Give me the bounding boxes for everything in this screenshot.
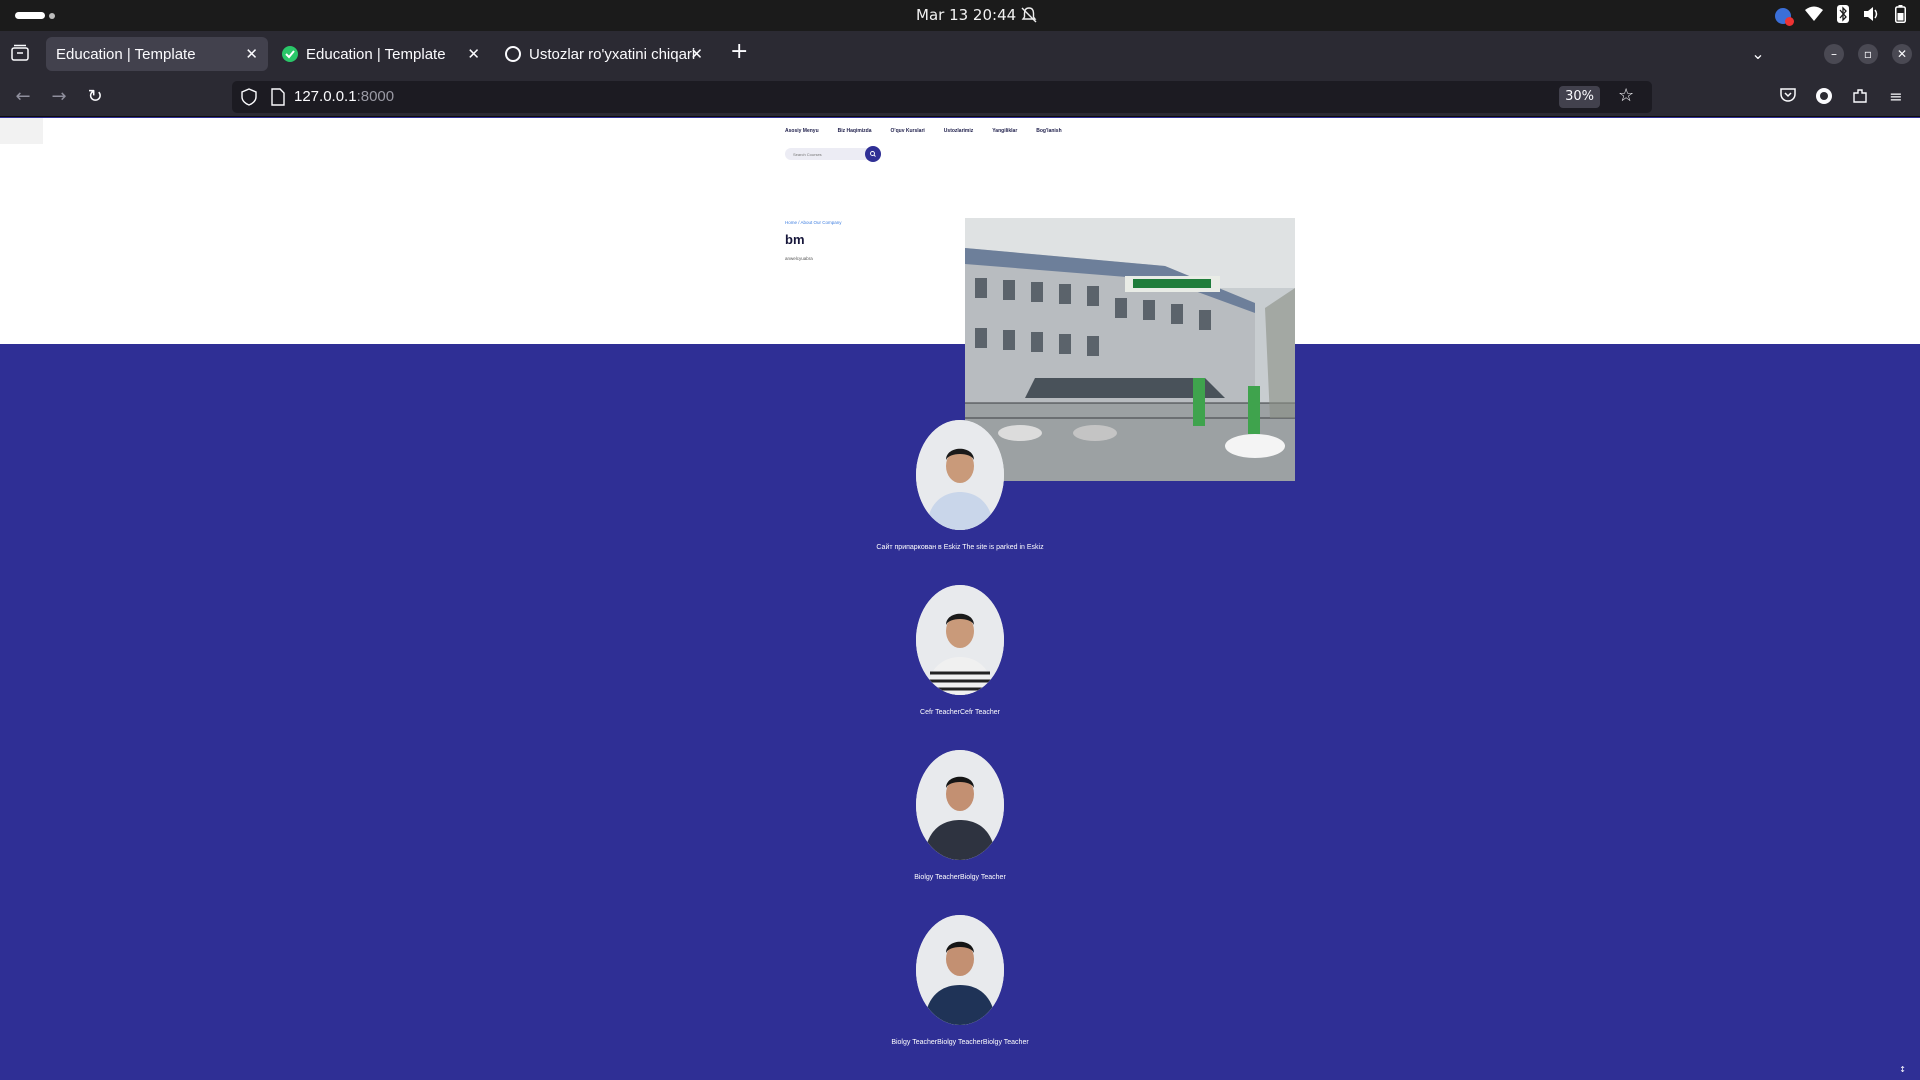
scroll-indicator-icon[interactable]: ↕: [1899, 1065, 1906, 1074]
tab-education-1[interactable]: Education | Template ✕: [46, 37, 268, 71]
nav-link-courses[interactable]: O'quv Kurslari: [891, 128, 925, 134]
hero-subtitle: anwelcyuabra: [785, 256, 813, 261]
page-icon[interactable]: [270, 88, 286, 106]
avatar: [916, 915, 1004, 1025]
minimize-button[interactable]: –: [1824, 44, 1844, 64]
tracking-shield-icon[interactable]: [240, 88, 258, 106]
tab-overview-icon[interactable]: [10, 43, 30, 63]
openai-favicon-icon: [505, 46, 521, 62]
workspace-dot: [49, 13, 55, 19]
bluetooth-icon: [1837, 5, 1849, 27]
teacher-name: Сайт припаркован в Eskiz The site is par…: [876, 544, 1044, 551]
volume-icon: [1863, 6, 1881, 26]
tab-title: Education | Template: [56, 45, 196, 63]
about-hero: Home / About Our Company bm anwelcyuabra: [0, 166, 1920, 344]
app-indicator-icon[interactable]: [1775, 8, 1794, 26]
system-tray[interactable]: [1775, 5, 1906, 27]
page-title: bm: [785, 232, 805, 247]
browser-navigation-bar: ← → ↻ 127.0.0.1:8000 30% ☆ ≡: [0, 77, 1920, 117]
web-page: Asosiy Menyu Biz Haqimizda O'quv Kurslar…: [0, 118, 1920, 1080]
tab-title: Ustozlar ro'yxatini chiqari: [529, 45, 695, 63]
teacher-card[interactable]: Сайт припаркован в Eskiz The site is par…: [810, 420, 1110, 551]
browser-tab-bar: Education | Template ✕ Education | Templ…: [0, 31, 1920, 77]
teacher-card[interactable]: Cefr TeacherCefr Teacher: [810, 585, 1110, 716]
reload-icon[interactable]: ↻: [84, 86, 106, 108]
close-icon[interactable]: ✕: [245, 45, 258, 63]
forward-icon[interactable]: →: [48, 86, 70, 108]
nav-link-about[interactable]: Biz Haqimizda: [838, 128, 872, 134]
wifi-icon: [1805, 6, 1823, 26]
nav-link-news[interactable]: Yangiliklar: [992, 128, 1017, 134]
clock[interactable]: Mar 13 20:44: [916, 6, 1016, 24]
url-port: :8000: [356, 88, 395, 105]
close-icon[interactable]: ✕: [467, 45, 480, 63]
breadcrumb[interactable]: Home / About Our Company: [785, 220, 842, 225]
site-nav: Asosiy Menyu Biz Haqimizda O'quv Kurslar…: [785, 128, 1062, 134]
address-bar[interactable]: 127.0.0.1:8000 30% ☆: [232, 81, 1652, 113]
bookmark-star-icon[interactable]: ☆: [1618, 86, 1638, 106]
nav-link-home[interactable]: Asosiy Menyu: [785, 128, 819, 134]
search-icon: [870, 151, 876, 157]
avatar: [916, 420, 1004, 530]
restore-button[interactable]: ▫: [1858, 44, 1878, 64]
battery-icon: [1895, 5, 1906, 27]
nav-link-teachers[interactable]: Ustozlarimiz: [944, 128, 973, 134]
url-text[interactable]: 127.0.0.1:8000: [294, 88, 394, 105]
list-all-tabs-icon[interactable]: ⌄: [1748, 44, 1768, 64]
system-top-bar: Mar 13 20:44: [0, 0, 1920, 31]
teacher-name: Biolgy TeacherBiolgy TeacherBiolgy Teach…: [891, 1039, 1029, 1046]
zoom-level-badge[interactable]: 30%: [1559, 86, 1600, 108]
window-close-button[interactable]: ✕: [1892, 44, 1912, 64]
extensions-icon[interactable]: [1850, 87, 1870, 107]
site-logo[interactable]: [0, 118, 43, 144]
teacher-card[interactable]: Biolgy TeacherBiolgy Teacher: [810, 750, 1110, 881]
new-tab-button[interactable]: +: [730, 39, 748, 64]
check-favicon-icon: [282, 46, 298, 62]
search-form: [785, 146, 881, 162]
teacher-card[interactable]: Biolgy TeacherBiolgy TeacherBiolgy Teach…: [810, 915, 1110, 1046]
search-button[interactable]: [865, 146, 881, 162]
activities-indicator[interactable]: [15, 12, 45, 19]
search-input[interactable]: [793, 150, 853, 158]
teacher-name: Cefr TeacherCefr Teacher: [920, 709, 1000, 716]
close-icon[interactable]: ✕: [690, 45, 703, 63]
avatar: [916, 750, 1004, 860]
pocket-icon[interactable]: [1778, 87, 1798, 107]
notifications-muted-icon: [1021, 7, 1037, 23]
url-host: 127.0.0.1: [294, 88, 357, 105]
account-icon[interactable]: [1814, 87, 1834, 107]
menu-icon[interactable]: ≡: [1886, 87, 1906, 107]
teacher-name: Biolgy TeacherBiolgy Teacher: [914, 874, 1006, 881]
back-icon[interactable]: ←: [12, 86, 34, 108]
site-header: Asosiy Menyu Biz Haqimizda O'quv Kurslar…: [0, 118, 1920, 166]
tab-title: Education | Template: [306, 45, 446, 63]
tab-ustozlar[interactable]: Ustozlar ro'yxatini chiqari ✕: [495, 37, 713, 71]
avatar: [916, 585, 1004, 695]
tab-education-2[interactable]: Education | Template ✕: [272, 37, 490, 71]
nav-link-contact[interactable]: Bog'lanish: [1036, 128, 1061, 134]
